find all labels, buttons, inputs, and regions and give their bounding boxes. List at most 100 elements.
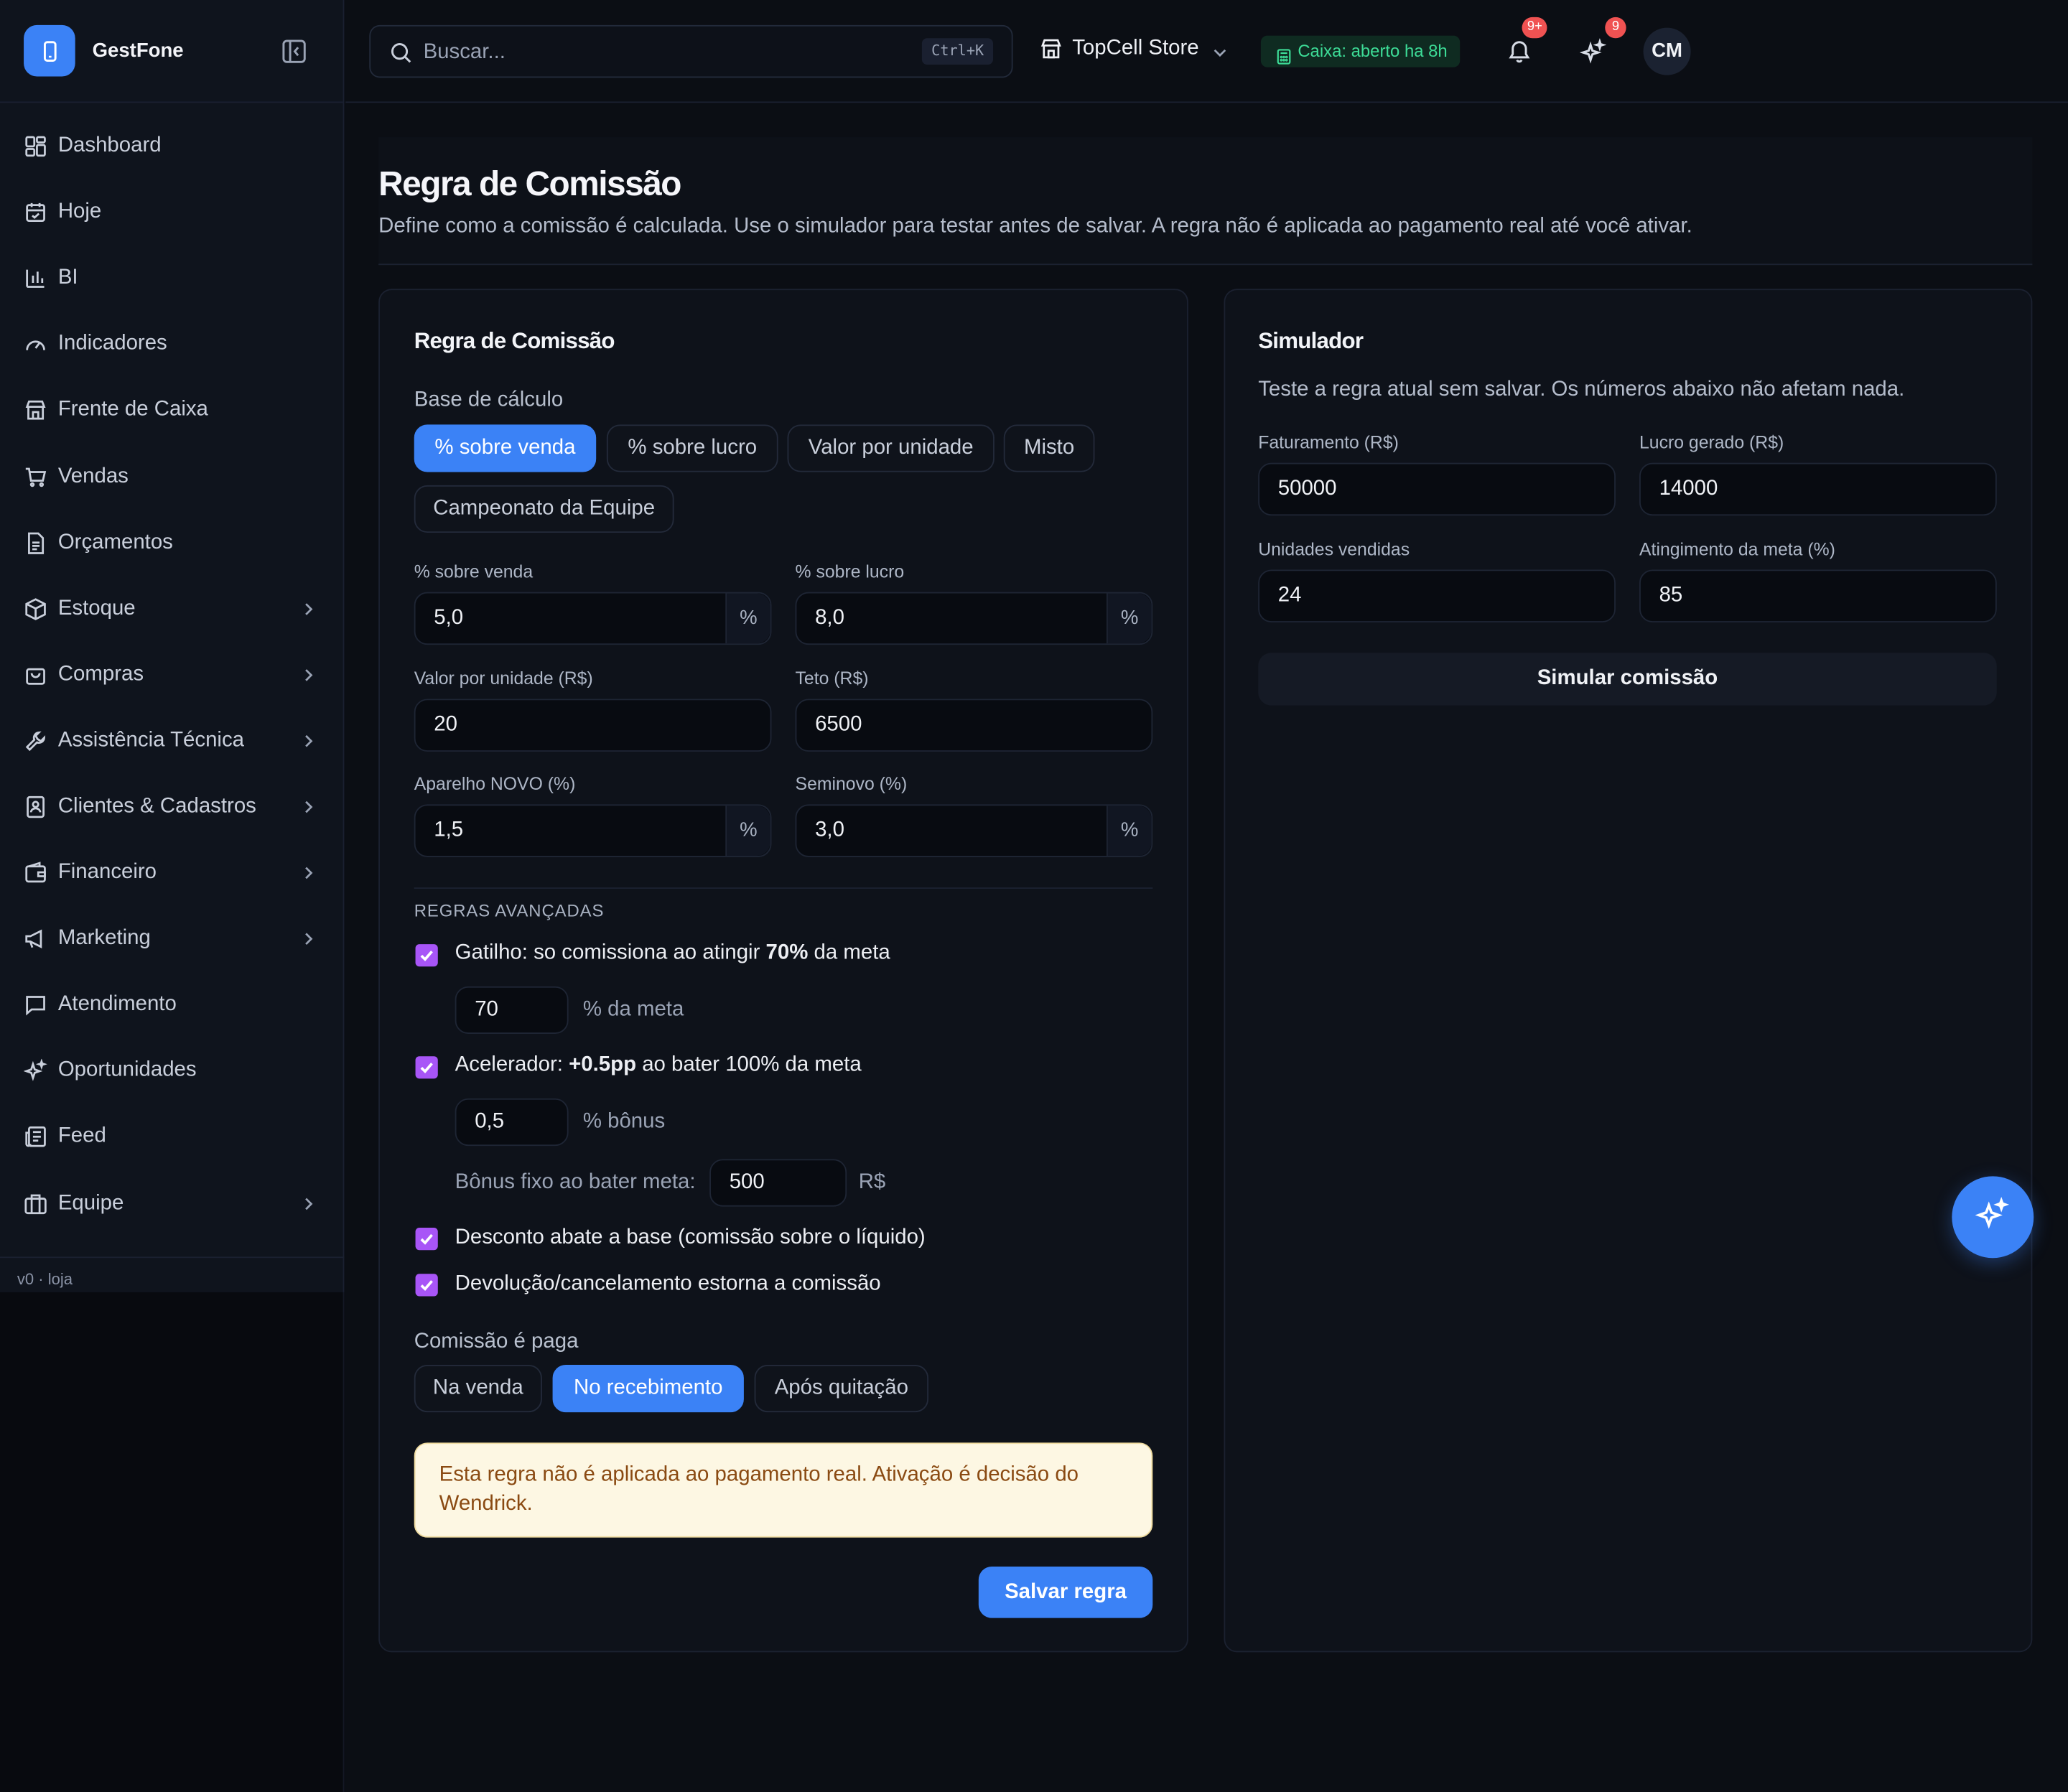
rule-card-title: Regra de Comissão [414, 328, 615, 354]
bar-chart-icon [24, 266, 47, 290]
base-option-campeonato[interactable]: Campeonato da Equipe [414, 485, 674, 533]
sidebar-item-feed[interactable]: Feed [0, 1104, 344, 1170]
gatilho-input[interactable]: 70 [455, 986, 569, 1034]
dashboard-icon [24, 134, 47, 158]
pct-venda-input[interactable]: 5,0 % [414, 592, 772, 645]
store-icon [1039, 37, 1063, 60]
sidebar-item-assistencia-tecnica[interactable]: Assistência Técnica [0, 708, 344, 774]
megaphone-icon [24, 928, 47, 951]
bonus-fixo-input[interactable]: 500 [709, 1159, 847, 1207]
paid-option-na-venda[interactable]: Na venda [414, 1364, 542, 1413]
base-option-pct-venda[interactable]: % sobre venda [414, 424, 597, 472]
pct-lucro-value: 8,0 [815, 606, 844, 630]
avatar[interactable]: CM [1643, 27, 1691, 75]
gatilho-checkbox[interactable] [415, 944, 438, 967]
sidebar-item-label: Marketing [57, 927, 151, 950]
sidebar-item-compras[interactable]: Compras [0, 642, 344, 708]
wallet-icon [24, 862, 47, 885]
faturamento-input[interactable]: 50000 [1258, 462, 1616, 516]
percent-suffix: % [725, 806, 770, 857]
pct-lucro-input[interactable]: 8,0 % [795, 592, 1153, 645]
meta-input[interactable]: 85 [1639, 569, 1997, 622]
acelerador-input[interactable]: 0,5 [455, 1098, 569, 1147]
page-subtitle: Define como a comissão é calculada. Use … [378, 215, 1692, 238]
percent-suffix: % [725, 593, 770, 644]
sidebar-item-indicadores[interactable]: Indicadores [0, 312, 344, 378]
sidebar-item-label: Indicadores [57, 332, 167, 355]
sidebar-item-oportunidades[interactable]: Oportunidades [0, 1038, 344, 1104]
meta-label: Atingimento da meta (%) [1639, 539, 1835, 559]
sidebar-item-orcamentos[interactable]: Orçamentos [0, 510, 344, 576]
devolucao-checkbox[interactable] [415, 1274, 438, 1297]
shopping-bag-icon [24, 663, 47, 686]
sidebar-item-vendas[interactable]: Vendas [0, 444, 344, 510]
aparelho-novo-label: Aparelho NOVO (%) [414, 774, 576, 794]
base-option-pct-lucro[interactable]: % sobre lucro [606, 424, 778, 472]
calculator-icon [1277, 44, 1291, 65]
sparkles-icon [24, 1059, 47, 1083]
advanced-rules-caption: REGRAS AVANÇADAS [414, 900, 605, 921]
sidebar-item-atendimento[interactable]: Atendimento [0, 972, 344, 1038]
warning-notice: Esta regra não é aplicada ao pagamento r… [414, 1442, 1153, 1538]
paid-option-apos-quitacao[interactable]: Após quitação [754, 1364, 929, 1413]
chevron-down-icon [1211, 42, 1229, 57]
teto-input[interactable]: 6500 [795, 699, 1153, 752]
sparkles-icon [1975, 1195, 2011, 1239]
cart-icon [24, 465, 47, 488]
lucro-label: Lucro gerado (R$) [1639, 432, 1784, 452]
sidebar-item-label: Equipe [57, 1191, 124, 1214]
sidebar-item-estoque[interactable]: Estoque [0, 576, 344, 642]
caixa-status-text: Caixa: aberto ha 8h [1298, 40, 1448, 61]
bonus-fixo-label: Bônus fixo ao bater meta: [455, 1170, 696, 1194]
simulator-title: Simulador [1258, 328, 1364, 354]
seminovo-value: 3,0 [815, 818, 844, 841]
base-option-valor-unidade[interactable]: Valor por unidade [787, 424, 995, 472]
paid-label: Comissão é paga [414, 1330, 579, 1353]
sparkles-icon[interactable] [1579, 37, 1607, 65]
wrench-icon [24, 729, 47, 752]
seminovo-label: Seminovo (%) [795, 774, 908, 794]
ai-assistant-button[interactable] [1952, 1176, 2034, 1259]
sidebar-item-frente-de-caixa[interactable]: Frente de Caixa [0, 378, 344, 444]
desconto-label: Desconto abate a base (comissão sobre o … [455, 1226, 926, 1249]
chevron-right-icon [302, 930, 315, 948]
gatilho-unit: % da meta [582, 998, 684, 1021]
briefcase-icon [24, 1192, 47, 1215]
sidebar-item-label: Estoque [57, 597, 136, 620]
lucro-input[interactable]: 14000 [1639, 462, 1997, 516]
page-title: Regra de Comissão [378, 163, 681, 203]
base-option-misto[interactable]: Misto [1003, 424, 1095, 472]
valor-unidade-value: 20 [434, 713, 457, 736]
sidebar: GestFone Dashboard Hoje BI Indicadores F… [0, 0, 345, 1292]
search-input[interactable]: Buscar... Ctrl+K [369, 24, 1013, 78]
desconto-checkbox[interactable] [415, 1227, 438, 1251]
sidebar-item-financeiro[interactable]: Financeiro [0, 840, 344, 906]
sidebar-collapse-icon[interactable] [279, 37, 308, 65]
sidebar-item-bi[interactable]: BI [0, 246, 344, 312]
valor-unidade-input[interactable]: 20 [414, 699, 772, 752]
store-selector[interactable]: TopCell Store [1039, 37, 1229, 60]
sidebar-item-marketing[interactable]: Marketing [0, 906, 344, 972]
paid-option-no-recebimento[interactable]: No recebimento [552, 1364, 744, 1413]
unidades-input[interactable]: 24 [1258, 569, 1616, 622]
save-rule-button[interactable]: Salvar regra [978, 1566, 1153, 1618]
brand[interactable]: GestFone [24, 24, 184, 77]
store-name: TopCell Store [1072, 37, 1199, 60]
sidebar-item-clientes-cadastros[interactable]: Clientes & Cadastros [0, 774, 344, 840]
sidebar-item-equipe[interactable]: Equipe [0, 1170, 344, 1236]
sidebar-item-hoje[interactable]: Hoje [0, 179, 344, 246]
package-icon [24, 597, 47, 620]
sidebar-item-dashboard[interactable]: Dashboard [0, 113, 344, 179]
aparelho-novo-input[interactable]: 1,5 % [414, 804, 772, 857]
chevron-right-icon [302, 599, 315, 618]
bell-icon[interactable] [1506, 38, 1533, 65]
simulate-button[interactable]: Simular comissão [1258, 653, 1997, 706]
acelerador-checkbox[interactable] [415, 1056, 438, 1079]
chevron-right-icon [302, 666, 315, 684]
valor-unidade-label: Valor por unidade (R$) [414, 668, 593, 689]
caixa-status-badge[interactable]: Caixa: aberto ha 8h [1260, 35, 1461, 67]
phone-icon [24, 24, 75, 77]
unidades-label: Unidades vendidas [1258, 539, 1410, 559]
notifications-badge: 9+ [1522, 17, 1548, 39]
seminovo-input[interactable]: 3,0 % [795, 804, 1153, 857]
